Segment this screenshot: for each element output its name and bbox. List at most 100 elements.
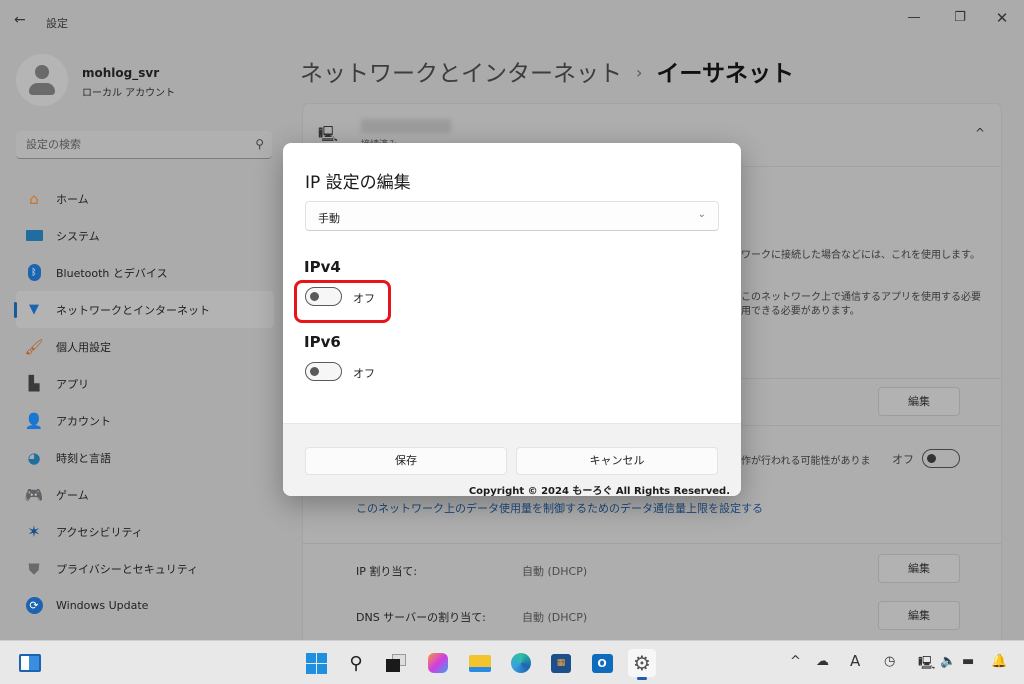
dialog-title: IP 設定の編集 (305, 173, 411, 193)
avatar-body (29, 83, 55, 95)
task-view-icon[interactable] (382, 649, 410, 677)
time-language-icon: ◕ (27, 448, 41, 467)
ip-mode-select[interactable]: 手動 ⌄ (305, 201, 719, 231)
sidebar-item-bluetooth[interactable]: ᛒ Bluetooth とデバイス (16, 254, 274, 291)
metered-connection-desc: 作が行われる可能性がありま (741, 456, 871, 467)
network-profile-desc-2: このネットワーク上で通信するアプリを使用する必要 (741, 292, 981, 303)
copyright-watermark: Copyright © 2024 もーろぐ All Rights Reserve… (468, 486, 730, 496)
volume-icon[interactable]: 🔈 (940, 654, 956, 669)
clock-icon[interactable]: ◷ (884, 654, 895, 669)
network-icon[interactable]: 🖳 (918, 654, 935, 676)
close-button[interactable]: ✕ (982, 6, 1022, 30)
home-icon: ⌂ (29, 189, 39, 208)
outlook-icon[interactable]: O (588, 649, 616, 677)
breadcrumb-parent[interactable]: ネットワークとインターネット (300, 61, 622, 87)
edit-ip-settings-dialog: IP 設定の編集 手動 ⌄ IPv4 オフ IPv6 オフ 保存 キャンセル C… (283, 143, 741, 496)
shield-icon: ⛊ (28, 559, 40, 578)
accessibility-icon: ✶ (27, 522, 41, 541)
firewall-edit-button[interactable]: 編集 (878, 387, 960, 416)
update-icon: ⟳ (24, 597, 44, 615)
cancel-button[interactable]: キャンセル (516, 447, 718, 475)
sidebar-item-label: ゲーム (56, 488, 89, 502)
metered-connection-toggle[interactable] (922, 449, 960, 468)
page-title: イーサネット (656, 61, 794, 87)
apps-icon: ▙ (28, 375, 40, 392)
minimize-button[interactable]: — (894, 6, 934, 30)
settings-search[interactable]: ⚲ (16, 131, 272, 159)
system-icon (24, 227, 44, 245)
ip-assignment-edit-button[interactable]: 編集 (878, 554, 960, 583)
dns-assignment-label: DNS サーバーの割り当て: (356, 611, 486, 624)
ipv4-toggle[interactable] (305, 287, 342, 306)
toggle-knob (310, 367, 319, 376)
toggle-knob (927, 454, 936, 463)
sidebar-item-label: Windows Update (56, 599, 149, 612)
sidebar-item-windows-update[interactable]: ⟳ Windows Update (16, 587, 274, 624)
widgets-icon[interactable] (16, 649, 44, 677)
brush-icon: 🖌 (24, 337, 44, 356)
maximize-button[interactable]: ❐ (940, 6, 980, 30)
sidebar-item-time-language[interactable]: ◕ 時刻と言語 (16, 439, 274, 476)
sidebar-item-apps[interactable]: ▙ アプリ (16, 365, 274, 402)
sidebar-item-network[interactable]: ▼ ネットワークとインターネット (14, 291, 274, 328)
divider (302, 543, 1002, 544)
sidebar-item-label: システム (56, 229, 100, 243)
notifications-icon[interactable]: 🔔 (991, 654, 1007, 669)
toggle-knob (310, 292, 319, 301)
sidebar-item-home[interactable]: ⌂ ホーム (16, 180, 274, 217)
title-bar: ← 設定 — ❐ ✕ (0, 0, 1024, 44)
sidebar-item-label: 時刻と言語 (56, 451, 111, 465)
search-icon[interactable]: ⚲ (255, 137, 264, 151)
bluetooth-icon: ᛒ (24, 264, 44, 282)
sidebar-item-gaming[interactable]: 🎮 ゲーム (16, 476, 274, 513)
ipv6-toggle[interactable] (305, 362, 342, 381)
start-icon[interactable] (302, 649, 330, 677)
settings-icon[interactable]: ⚙ (628, 649, 656, 680)
store-icon[interactable]: ▦ (547, 649, 575, 677)
ime-icon[interactable]: A (850, 652, 860, 670)
network-profile-desc-3: 用できる必要があります。 (741, 306, 860, 317)
ip-assignment-value: 自動 (DHCP) (522, 565, 588, 578)
data-limit-link[interactable]: このネットワーク上のデータ使用量を制御するためのデータ通信量上限を設定する (356, 500, 763, 516)
sidebar-item-label: プライバシーとセキュリティ (56, 562, 199, 576)
battery-icon[interactable]: ▬ (962, 654, 974, 669)
metered-state-label: オフ (892, 453, 914, 466)
dialog-footer: 保存 キャンセル Copyright © 2024 もーろぐ All Right… (283, 423, 741, 496)
sidebar-item-label: Bluetooth とデバイス (56, 266, 168, 280)
account-type: ローカル アカウント (82, 88, 176, 99)
dns-assignment-edit-button[interactable]: 編集 (878, 601, 960, 630)
sidebar-item-label: アクセシビリティ (56, 525, 143, 539)
sidebar-item-label: ホーム (56, 192, 89, 206)
ip-mode-value: 手動 (318, 212, 340, 225)
sidebar-item-label: ネットワークとインターネット (56, 303, 210, 317)
chevron-down-icon: ⌄ (697, 209, 706, 220)
sidebar-nav: ⌂ ホーム システム ᛒ Bluetooth とデバイス ▼ ネットワークとイン… (14, 180, 274, 624)
search-icon[interactable]: ⚲ (342, 649, 370, 677)
onedrive-icon[interactable]: ☁ (816, 654, 829, 669)
search-input[interactable] (16, 131, 246, 158)
back-button[interactable]: ← (14, 12, 26, 28)
edge-icon[interactable] (507, 649, 535, 677)
taskbar: ⚲ ▦ O ⚙ ^ ☁ A ◷ 🖳 🔈 ▬ 🔔 (0, 640, 1024, 684)
sidebar-item-personalization[interactable]: 🖌 個人用設定 (16, 328, 274, 365)
sidebar-item-privacy[interactable]: ⛊ プライバシーとセキュリティ (16, 550, 274, 587)
sidebar-item-accessibility[interactable]: ✶ アクセシビリティ (16, 513, 274, 550)
avatar (16, 54, 68, 106)
chevron-up-icon[interactable]: ^ (790, 654, 801, 669)
save-button[interactable]: 保存 (305, 447, 507, 475)
ipv4-state-label: オフ (353, 292, 375, 305)
breadcrumb: ネットワークとインターネット › イーサネット (300, 54, 794, 88)
ipv4-heading: IPv4 (304, 258, 341, 276)
file-explorer-icon[interactable] (466, 649, 494, 677)
chevron-up-icon[interactable]: ^ (975, 126, 985, 140)
breadcrumb-separator: › (636, 63, 643, 82)
sidebar-item-label: アカウント (56, 414, 111, 428)
app-title: 設定 (46, 17, 68, 30)
copilot-icon[interactable] (424, 649, 452, 677)
wifi-icon: ▼ (29, 302, 39, 317)
sidebar-item-accounts[interactable]: 👤 アカウント (16, 402, 274, 439)
dns-assignment-value: 自動 (DHCP) (522, 611, 588, 624)
ipv6-heading: IPv6 (304, 333, 341, 351)
avatar-head (35, 65, 49, 79)
sidebar-item-system[interactable]: システム (16, 217, 274, 254)
